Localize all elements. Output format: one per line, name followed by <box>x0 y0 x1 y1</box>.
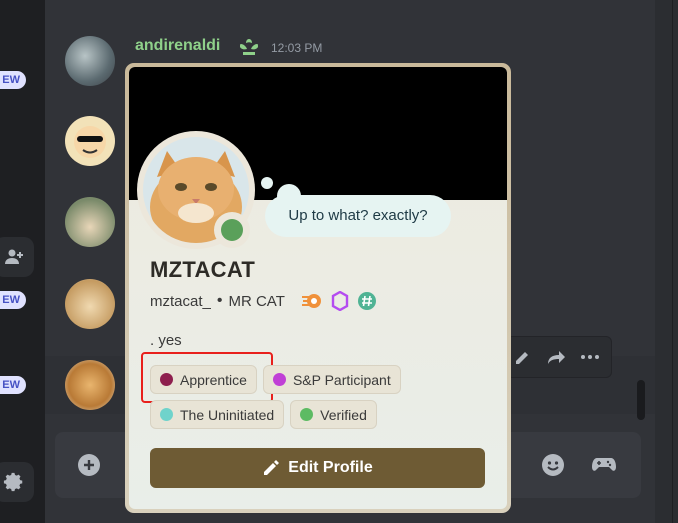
pencil-icon <box>264 460 280 475</box>
new-badge: EW <box>0 376 26 394</box>
nitro-hex-badge-icon[interactable] <box>331 291 349 311</box>
new-badge: EW <box>0 291 26 309</box>
role-color-dot <box>272 373 286 386</box>
role-pill[interactable]: The Uninitiated <box>150 400 285 429</box>
message-actions-bar <box>506 336 612 378</box>
avatar[interactable] <box>65 360 115 410</box>
role-pill[interactable]: Verified <box>290 400 377 429</box>
role-color-dot <box>300 408 314 421</box>
edit-profile-button[interactable]: Edit Profile <box>150 448 485 488</box>
add-user-icon <box>5 249 23 264</box>
profile-tag: MR CAT <box>228 292 285 310</box>
message-author[interactable]: andirenaldi <box>135 37 220 55</box>
divider <box>672 0 673 523</box>
server-sidebar: EW EW EW <box>0 0 45 523</box>
emoji-icon[interactable] <box>542 454 564 476</box>
role-color-dot <box>160 373 173 386</box>
role-name: Apprentice <box>180 371 247 388</box>
avatar[interactable] <box>65 116 115 166</box>
display-name: MZTACAT <box>150 257 256 282</box>
role-pill[interactable]: Apprentice <box>150 365 257 394</box>
avatar[interactable] <box>65 197 115 247</box>
profile-popout: Up to what? exactly? MZTACAT mztacat_ • … <box>125 63 511 513</box>
hashtag-badge-icon[interactable] <box>357 291 377 311</box>
role-name: The Uninitiated <box>180 406 275 423</box>
message-timestamp: 12:03 PM <box>271 41 323 55</box>
more-options-icon[interactable] <box>579 347 601 367</box>
status-dot <box>221 219 243 241</box>
role-name: S&P Participant <box>292 371 391 388</box>
username-line: mztacat_ • MR CAT <box>150 291 377 311</box>
profile-badges <box>301 291 377 311</box>
role-color-dot <box>160 408 173 421</box>
clan-badge-icon <box>240 39 258 55</box>
custom-status-bubble[interactable]: Up to what? exactly? <box>265 195 451 237</box>
settings-button[interactable] <box>0 462 34 502</box>
role-name: Verified <box>320 406 367 423</box>
avatar[interactable] <box>65 36 115 86</box>
add-friend-button[interactable] <box>0 237 34 277</box>
new-badge: EW <box>0 71 26 89</box>
edit-icon[interactable] <box>513 347 533 367</box>
avatar-face-icon <box>74 126 106 158</box>
add-attachment-icon[interactable] <box>78 454 100 476</box>
game-controller-icon[interactable] <box>592 454 616 474</box>
scrollbar-thumb[interactable] <box>637 380 645 420</box>
avatar[interactable] <box>65 279 115 329</box>
profile-bio: . yes <box>150 332 182 349</box>
username[interactable]: mztacat_ <box>150 293 211 310</box>
roles-list: Apprentice S&P Participant The Uninitiat… <box>150 365 490 429</box>
thought-bubble-dot <box>261 177 273 189</box>
forward-icon[interactable] <box>545 347 567 367</box>
edit-profile-label: Edit Profile <box>288 459 373 476</box>
member-list-edge <box>655 0 678 523</box>
online-status <box>214 212 250 248</box>
hypesquad-badge-icon[interactable] <box>301 292 323 310</box>
gear-icon <box>3 472 23 492</box>
separator-dot: • <box>216 292 223 309</box>
role-pill[interactable]: S&P Participant <box>262 365 401 394</box>
